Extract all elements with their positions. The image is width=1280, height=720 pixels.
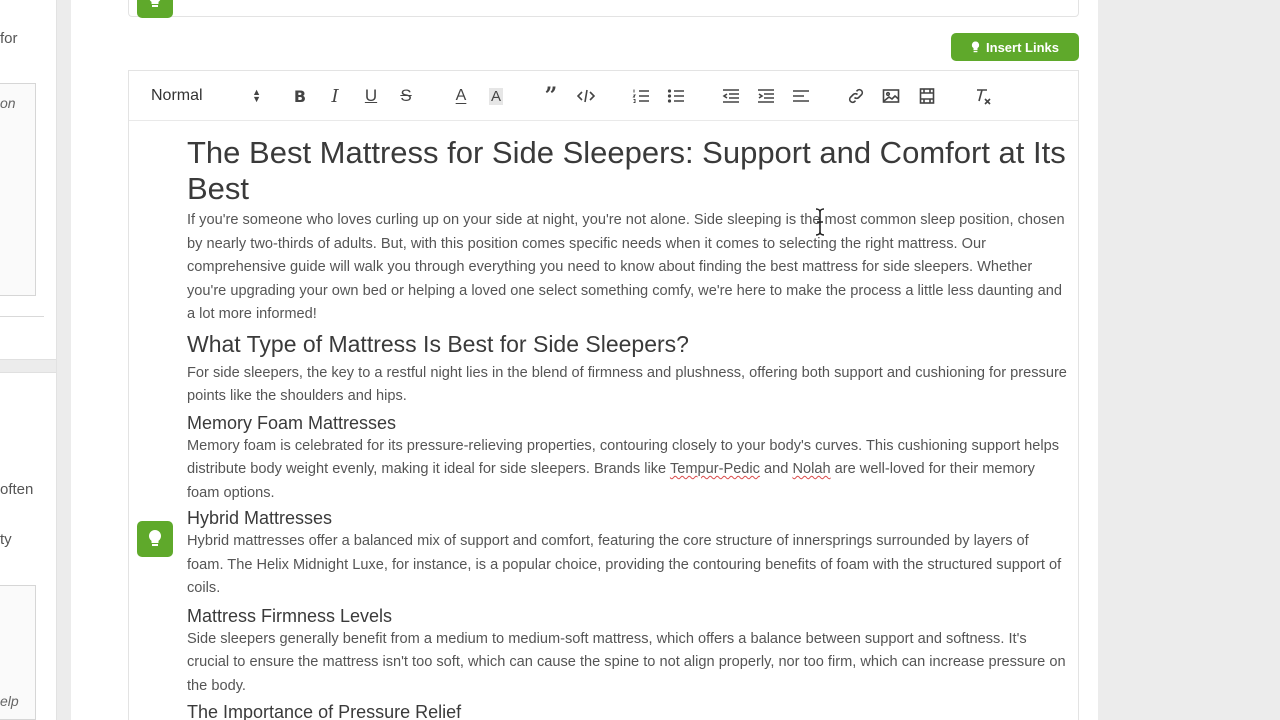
video-icon[interactable] — [915, 84, 939, 108]
intro-paragraph: If you're someone who loves curling up o… — [187, 212, 1065, 322]
clear-format-icon[interactable] — [971, 84, 995, 108]
lightbulb-icon — [971, 41, 980, 53]
heading-pressure-relief: The Importance of Pressure Relief — [187, 702, 462, 720]
spellcheck-word[interactable]: Tempur-Pedic — [670, 461, 760, 477]
sidebar-fragment: often — [0, 481, 34, 498]
paragraph-memory-foam: Memory foam is celebrated for its pressu… — [187, 435, 1067, 506]
paragraph-firmness: Side sleepers generally benefit from a m… — [187, 630, 1066, 694]
bold-icon[interactable]: B — [288, 84, 312, 108]
insert-links-label: Insert Links — [986, 39, 1059, 55]
rich-text-editor[interactable]: Normal ▲ ▼ B I U S A A ” The Best Mattre… — [128, 70, 1079, 720]
spellcheck-word[interactable]: Nolah — [792, 461, 830, 477]
lightbulb-icon — [149, 0, 161, 7]
lightbulb-icon — [148, 529, 162, 546]
sidebar-card: on — [0, 83, 36, 296]
heading-memory-foam: Memory Foam Mattresses — [187, 412, 397, 433]
sidebar-fragment: ty — [0, 531, 12, 548]
sidebar-card: elp — [0, 585, 36, 720]
ordered-list-icon[interactable] — [629, 84, 653, 108]
format-select[interactable]: Normal ▲ ▼ — [151, 84, 261, 108]
text-run: and — [759, 461, 793, 477]
bullet-list-icon[interactable] — [664, 84, 688, 108]
strike-icon[interactable]: S — [394, 84, 418, 108]
indent-icon[interactable] — [754, 84, 778, 108]
editor-toolbar: Normal ▲ ▼ B I U S A A ” — [129, 71, 1078, 121]
left-sidebar: for on often ty elp — [0, 0, 57, 720]
sidebar-fragment: for — [0, 30, 18, 47]
previous-section-card — [128, 0, 1079, 17]
italic-icon[interactable]: I — [323, 84, 347, 108]
link-icon[interactable] — [844, 84, 868, 108]
background-color-icon[interactable]: A — [484, 84, 508, 108]
insert-links-button[interactable]: Insert Links — [951, 33, 1079, 61]
article-title: The Best Mattress for Side Sleepers: Sup… — [187, 135, 1066, 206]
suggestion-bulb-button[interactable] — [137, 0, 173, 18]
format-select-value: Normal — [151, 87, 203, 104]
paragraph-hybrid: Hybrid mattresses offer a balanced mix o… — [187, 533, 1062, 596]
heading-hybrid: Hybrid Mattresses — [187, 508, 333, 528]
heading-firmness: Mattress Firmness Levels — [187, 605, 393, 626]
align-icon[interactable] — [789, 84, 813, 108]
image-icon[interactable] — [879, 84, 903, 108]
blockquote-icon[interactable]: ” — [539, 83, 563, 109]
main-panel: Insert Links Normal ▲ ▼ B I U S A A ” Th… — [71, 0, 1098, 720]
code-icon[interactable] — [574, 84, 598, 108]
suggestion-bulb-button[interactable] — [137, 521, 173, 557]
sidebar-divider — [0, 316, 44, 317]
editor-content[interactable]: The Best Mattress for Side Sleepers: Sup… — [187, 135, 1067, 720]
font-color-icon[interactable]: A — [449, 84, 473, 108]
sidebar-fragment: on — [0, 95, 16, 111]
paragraph-mattress-type: For side sleepers, the key to a restful … — [187, 364, 1067, 405]
select-arrows-icon: ▲ ▼ — [252, 87, 261, 104]
sidebar-gap — [0, 359, 56, 373]
text-cursor-icon — [815, 208, 825, 236]
heading-mattress-type: What Type of Mattress Is Best for Side S… — [187, 330, 689, 357]
outdent-icon[interactable] — [719, 84, 743, 108]
underline-icon[interactable]: U — [359, 84, 383, 108]
sidebar-fragment: elp — [0, 693, 19, 709]
